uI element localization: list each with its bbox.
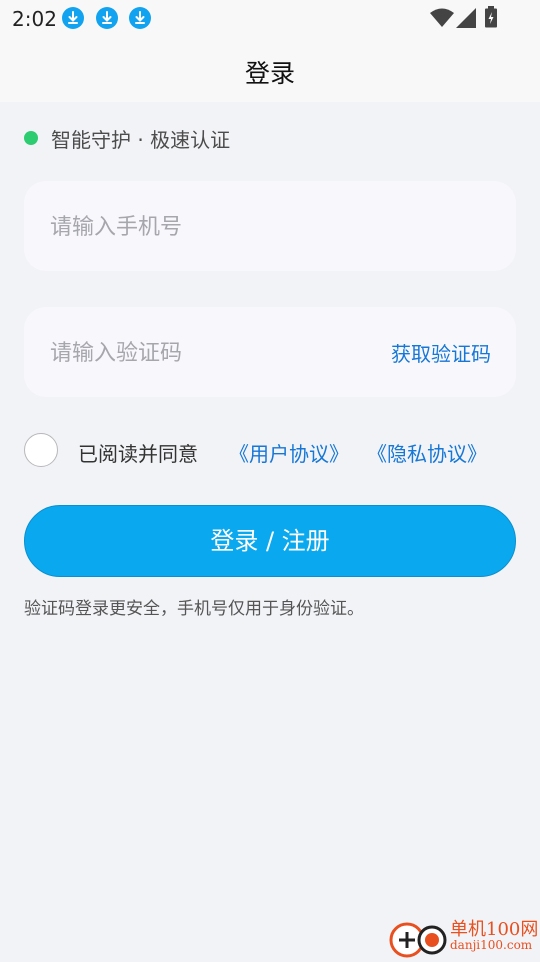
title-bar: 登录 — [0, 36, 540, 102]
watermark-url: danji100.com — [450, 938, 533, 952]
download-icon — [129, 7, 151, 29]
code-input[interactable] — [48, 307, 352, 399]
phone-field — [24, 181, 516, 273]
get-code-button[interactable]: 获取验证码 — [391, 338, 491, 367]
page-title: 登录 — [244, 59, 295, 88]
agreement-row: 已阅读并同意 《用户协议》 《隐私协议》 — [24, 432, 524, 470]
agreement-checkbox[interactable] — [24, 433, 58, 467]
wifi-icon — [430, 8, 454, 32]
hint-text: 智能守护 · 极速认证 — [51, 128, 231, 152]
signal-icon — [456, 8, 476, 32]
status-dot-icon — [24, 131, 38, 145]
agreement-text: 已阅读并同意 — [78, 442, 198, 466]
download-icon — [62, 7, 84, 29]
status-bar: 2:02 — [0, 0, 540, 36]
privacy-agreement-link[interactable]: 《隐私协议》 — [367, 438, 487, 467]
login-register-button[interactable]: 登录 / 注册 — [24, 505, 516, 577]
code-field: 获取验证码 — [24, 307, 516, 399]
security-note: 验证码登录更安全，手机号仅用于身份验证。 — [24, 599, 364, 619]
battery-icon — [484, 6, 498, 32]
status-time: 2:02 — [12, 7, 57, 31]
watermark-logo-icon — [388, 920, 448, 962]
phone-input[interactable] — [48, 181, 352, 273]
watermark: 单机100网 danji100.com — [388, 912, 540, 960]
user-agreement-link[interactable]: 《用户协议》 — [229, 438, 349, 467]
download-icon — [96, 7, 118, 29]
